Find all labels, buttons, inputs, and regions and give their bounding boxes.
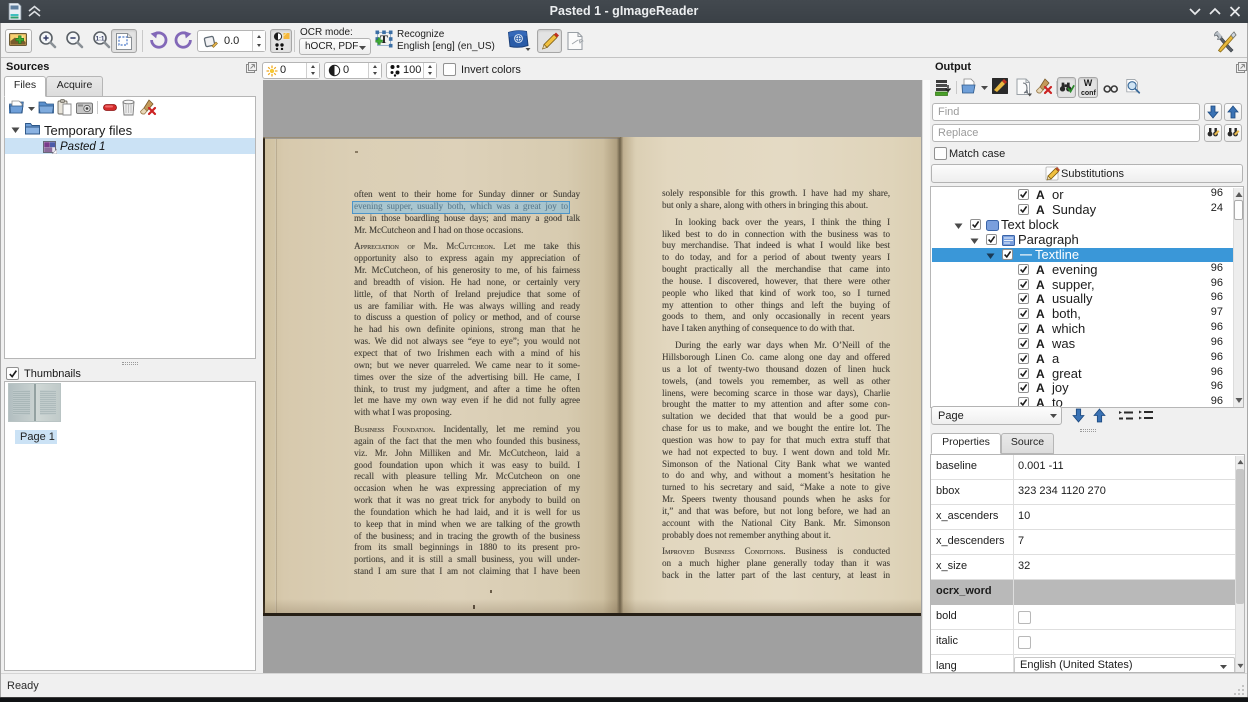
svg-text:1:1: 1:1 <box>96 37 105 43</box>
svg-text:T: T <box>380 32 388 46</box>
